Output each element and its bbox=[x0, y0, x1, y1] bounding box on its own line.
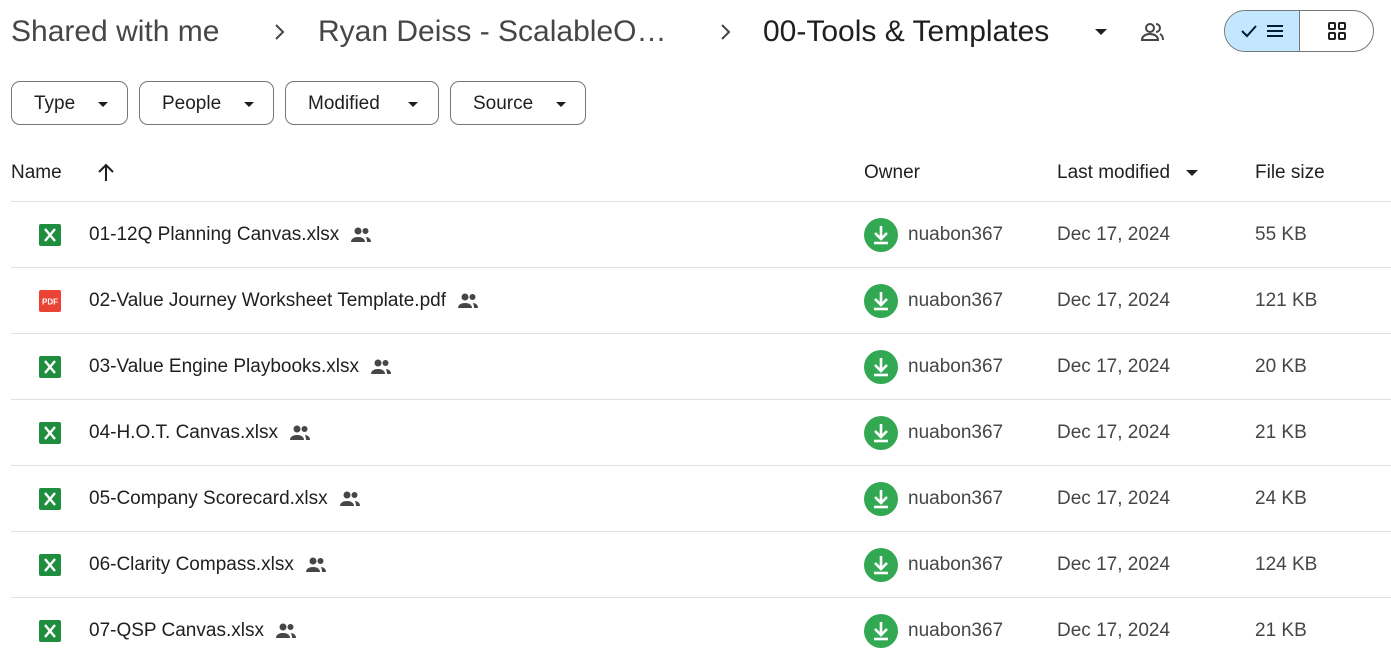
breadcrumb-parent[interactable]: Ryan Deiss - ScalableO… bbox=[318, 10, 666, 54]
filter-source-chip[interactable]: Source bbox=[450, 81, 586, 125]
file-size: 124 KB bbox=[1255, 554, 1318, 575]
spreadsheet-file-icon bbox=[38, 619, 62, 643]
list-view-button[interactable] bbox=[1225, 11, 1300, 51]
filter-modified-label: Modified bbox=[308, 93, 380, 114]
chevron-down-icon bbox=[556, 102, 566, 107]
owner-avatar-download-icon bbox=[864, 482, 898, 516]
file-name-text: 01-12Q Planning Canvas.xlsx bbox=[89, 224, 340, 245]
owner-avatar-download-icon bbox=[864, 548, 898, 582]
pdf-file-icon: PDF bbox=[38, 289, 62, 313]
last-modified-date: Dec 17, 2024 bbox=[1057, 422, 1171, 443]
spreadsheet-file-icon bbox=[38, 487, 62, 511]
sort-ascending-arrow-icon[interactable] bbox=[94, 161, 118, 185]
shared-people-icon bbox=[288, 421, 312, 445]
file-name: 01-12Q Planning Canvas.xlsx bbox=[89, 222, 373, 248]
column-header-file-size[interactable]: File size bbox=[1255, 161, 1325, 185]
spreadsheet-file-icon bbox=[38, 421, 62, 445]
chevron-down-icon bbox=[244, 102, 254, 107]
owner-name: nuabon367 bbox=[908, 290, 1004, 311]
owner-name: nuabon367 bbox=[908, 224, 1004, 245]
file-size: 21 KB bbox=[1255, 422, 1307, 443]
filter-modified-chip[interactable]: Modified bbox=[285, 81, 439, 125]
shared-folder-icon bbox=[1140, 23, 1164, 41]
file-name: 02-Value Journey Worksheet Template.pdf bbox=[89, 288, 480, 314]
spreadsheet-file-icon bbox=[38, 223, 62, 247]
owner-avatar-download-icon bbox=[864, 284, 898, 318]
owner-name: nuabon367 bbox=[908, 488, 1004, 509]
file-row[interactable]: 07-QSP Canvas.xlsx nuabon367 Dec 17, 2024 2… bbox=[11, 598, 1391, 663]
file-size: 55 KB bbox=[1255, 224, 1307, 245]
last-modified-date: Dec 17, 2024 bbox=[1057, 620, 1171, 641]
owner-avatar-download-icon bbox=[864, 416, 898, 450]
file-name-text: 05-Company Scorecard.xlsx bbox=[89, 488, 328, 509]
filter-people-label: People bbox=[162, 93, 222, 114]
shared-people-icon bbox=[349, 223, 373, 247]
filter-source-label: Source bbox=[473, 93, 534, 114]
file-row[interactable]: 06-Clarity Compass.xlsx nuabon367 Dec 17, … bbox=[11, 532, 1391, 597]
shared-people-icon bbox=[338, 487, 362, 511]
breadcrumb-current[interactable]: 00-Tools & Templates bbox=[763, 10, 1049, 54]
last-modified-date: Dec 17, 2024 bbox=[1057, 224, 1171, 245]
file-size: 24 KB bbox=[1255, 488, 1307, 509]
shared-people-icon bbox=[304, 553, 328, 577]
file-row[interactable]: 01-12Q Planning Canvas.xlsx nuabon367 Dec … bbox=[11, 202, 1391, 267]
file-name-text: 07-QSP Canvas.xlsx bbox=[89, 620, 264, 641]
file-name: 03-Value Engine Playbooks.xlsx bbox=[89, 354, 393, 380]
file-name: 04-H.O.T. Canvas.xlsx bbox=[89, 420, 312, 446]
owner-name: nuabon367 bbox=[908, 422, 1004, 443]
grid-view-button[interactable] bbox=[1300, 11, 1373, 51]
column-header-owner[interactable]: Owner bbox=[864, 161, 920, 185]
file-row[interactable]: PDF 02-Value Journey Worksheet Template.p… bbox=[11, 268, 1391, 333]
file-name-text: 03-Value Engine Playbooks.xlsx bbox=[89, 356, 360, 377]
owner-name: nuabon367 bbox=[908, 356, 1004, 377]
header: Shared with me Ryan Deiss - ScalableO… 0… bbox=[0, 0, 1391, 64]
file-size: 21 KB bbox=[1255, 620, 1307, 641]
file-row[interactable]: 03-Value Engine Playbooks.xlsx nuabon367 D… bbox=[11, 334, 1391, 399]
shared-people-icon bbox=[369, 355, 393, 379]
file-name-text: 04-H.O.T. Canvas.xlsx bbox=[89, 422, 278, 443]
check-icon bbox=[1241, 25, 1257, 38]
owner-name: nuabon367 bbox=[908, 554, 1004, 575]
spreadsheet-file-icon bbox=[38, 553, 62, 577]
file-name: 06-Clarity Compass.xlsx bbox=[89, 552, 328, 578]
grid-view-icon bbox=[1328, 22, 1346, 40]
shared-people-icon bbox=[456, 289, 480, 313]
file-size: 121 KB bbox=[1255, 290, 1318, 311]
filter-type-label: Type bbox=[34, 93, 76, 114]
list-view-icon bbox=[1267, 25, 1283, 37]
chevron-down-icon bbox=[98, 102, 108, 107]
file-size: 20 KB bbox=[1255, 356, 1307, 377]
spreadsheet-file-icon bbox=[38, 355, 62, 379]
owner-avatar-download-icon bbox=[864, 350, 898, 384]
filter-type-chip[interactable]: Type bbox=[11, 81, 128, 125]
owner-avatar-download-icon bbox=[864, 614, 898, 648]
file-name-text: 02-Value Journey Worksheet Template.pdf bbox=[89, 290, 446, 311]
file-row[interactable]: 05-Company Scorecard.xlsx nuabon367 Dec 17… bbox=[11, 466, 1391, 531]
file-name: 07-QSP Canvas.xlsx bbox=[89, 618, 298, 644]
shared-people-icon bbox=[274, 619, 298, 643]
last-modified-date: Dec 17, 2024 bbox=[1057, 356, 1171, 377]
breadcrumb-root[interactable]: Shared with me bbox=[11, 10, 219, 54]
svg-text:PDF: PDF bbox=[42, 298, 58, 307]
file-name-text: 06-Clarity Compass.xlsx bbox=[89, 554, 294, 575]
sort-menu-caret-icon[interactable] bbox=[1184, 165, 1200, 181]
file-name: 05-Company Scorecard.xlsx bbox=[89, 486, 362, 512]
file-row[interactable]: 04-H.O.T. Canvas.xlsx nuabon367 Dec 17, 20… bbox=[11, 400, 1391, 465]
last-modified-date: Dec 17, 2024 bbox=[1057, 290, 1171, 311]
chevron-right-icon bbox=[721, 24, 731, 40]
owner-name: nuabon367 bbox=[908, 620, 1004, 641]
owner-avatar-download-icon bbox=[864, 218, 898, 252]
chevron-down-icon bbox=[408, 102, 418, 107]
chevron-right-icon bbox=[275, 24, 285, 40]
folder-menu-caret-icon[interactable] bbox=[1091, 22, 1111, 42]
last-modified-date: Dec 17, 2024 bbox=[1057, 554, 1171, 575]
column-header-name[interactable]: Name bbox=[11, 161, 62, 185]
filter-people-chip[interactable]: People bbox=[139, 81, 274, 125]
column-header-last-modified[interactable]: Last modified bbox=[1057, 161, 1170, 185]
last-modified-date: Dec 17, 2024 bbox=[1057, 488, 1171, 509]
view-toggle bbox=[1224, 10, 1374, 52]
